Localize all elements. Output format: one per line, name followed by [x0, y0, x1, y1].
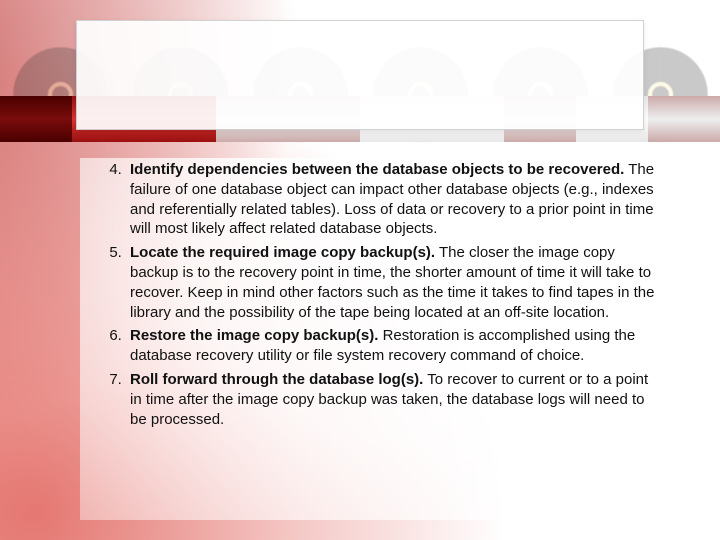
- list-item-lead: Roll forward through the database log(s)…: [130, 371, 423, 388]
- list-item-lead: Identify dependencies between the databa…: [130, 161, 624, 178]
- list-item: Identify dependencies between the databa…: [126, 160, 660, 239]
- recovery-steps-list: Identify dependencies between the databa…: [96, 160, 660, 429]
- list-item: Restore the image copy backup(s). Restor…: [126, 326, 660, 366]
- list-item: Locate the required image copy backup(s)…: [126, 243, 660, 322]
- list-item: Roll forward through the database log(s)…: [126, 370, 660, 429]
- list-item-lead: Locate the required image copy backup(s)…: [130, 244, 435, 261]
- title-placeholder: [76, 20, 644, 130]
- list-item-lead: Restore the image copy backup(s).: [130, 327, 378, 344]
- content-area: Identify dependencies between the databa…: [96, 160, 660, 433]
